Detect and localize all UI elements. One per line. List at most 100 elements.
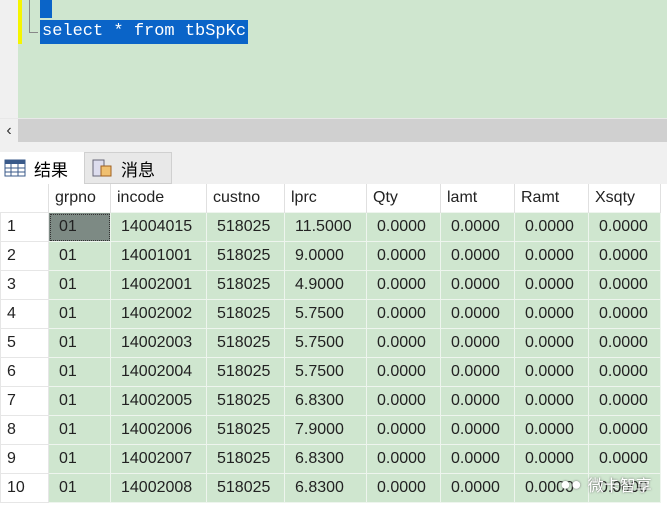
column-header-lprc[interactable]: lprc bbox=[284, 184, 367, 213]
grid-cell[interactable]: 0.0000 bbox=[366, 212, 441, 242]
grid-cell[interactable]: 0.0000 bbox=[588, 270, 661, 300]
grid-cell[interactable]: 01 bbox=[48, 415, 111, 445]
grid-cell[interactable]: 01 bbox=[48, 212, 111, 242]
column-header-ramt[interactable]: Ramt bbox=[514, 184, 589, 213]
grid-cell[interactable]: 0.0000 bbox=[588, 328, 661, 358]
grid-cell[interactable]: 01 bbox=[48, 328, 111, 358]
grid-cell[interactable]: 0.0000 bbox=[588, 444, 661, 474]
column-header-lamt[interactable]: lamt bbox=[440, 184, 515, 213]
grid-cell[interactable]: 14002003 bbox=[110, 328, 207, 358]
grid-cell[interactable]: 0.0000 bbox=[440, 212, 515, 242]
grid-cell[interactable]: 0.0000 bbox=[440, 328, 515, 358]
sql-text[interactable]: select * from tbSpKc bbox=[40, 20, 249, 44]
grid-cell[interactable]: 518025 bbox=[206, 415, 285, 445]
grid-cell[interactable]: 01 bbox=[48, 299, 111, 329]
grid-cell[interactable]: 518025 bbox=[206, 299, 285, 329]
grid-cell[interactable]: 01 bbox=[48, 241, 111, 271]
grid-cell[interactable]: 518025 bbox=[206, 444, 285, 474]
grid-cell[interactable]: 0.0000 bbox=[366, 270, 441, 300]
grid-cell[interactable]: 5.7500 bbox=[284, 328, 367, 358]
grid-cell[interactable]: 14002002 bbox=[110, 299, 207, 329]
grid-cell[interactable]: 11.5000 bbox=[284, 212, 367, 242]
grid-cell[interactable]: 0.0000 bbox=[514, 328, 589, 358]
row-number[interactable]: 5 bbox=[0, 328, 49, 358]
grid-cell[interactable]: 0.0000 bbox=[514, 241, 589, 271]
column-header-grpno[interactable]: grpno bbox=[48, 184, 111, 213]
row-number[interactable]: 9 bbox=[0, 444, 49, 474]
row-number[interactable]: 6 bbox=[0, 357, 49, 387]
grid-cell[interactable]: 0.0000 bbox=[514, 357, 589, 387]
grid-cell[interactable]: 0.0000 bbox=[588, 386, 661, 416]
grid-cell[interactable]: 0.0000 bbox=[440, 270, 515, 300]
grid-cell[interactable]: 01 bbox=[48, 473, 111, 503]
grid-cell[interactable]: 0.0000 bbox=[514, 415, 589, 445]
scroll-left-icon[interactable]: ‹ bbox=[0, 119, 18, 143]
grid-cell[interactable]: 0.0000 bbox=[366, 415, 441, 445]
row-number[interactable]: 4 bbox=[0, 299, 49, 329]
horizontal-scrollbar[interactable]: ‹ bbox=[0, 118, 667, 143]
grid-cell[interactable]: 14002004 bbox=[110, 357, 207, 387]
grid-cell[interactable]: 14002005 bbox=[110, 386, 207, 416]
column-header-xsqty[interactable]: Xsqty bbox=[588, 184, 661, 213]
row-number[interactable]: 3 bbox=[0, 270, 49, 300]
grid-cell[interactable]: 0.0000 bbox=[588, 299, 661, 329]
grid-cell[interactable]: 518025 bbox=[206, 241, 285, 271]
grid-cell[interactable]: 0.0000 bbox=[366, 299, 441, 329]
grid-cell[interactable]: 01 bbox=[48, 386, 111, 416]
grid-cell[interactable]: 518025 bbox=[206, 357, 285, 387]
grid-cell[interactable]: 0.0000 bbox=[366, 386, 441, 416]
grid-cell[interactable]: 6.8300 bbox=[284, 473, 367, 503]
grid-cell[interactable]: 518025 bbox=[206, 212, 285, 242]
column-header-custno[interactable]: custno bbox=[206, 184, 285, 213]
grid-cell[interactable]: 0.0000 bbox=[588, 212, 661, 242]
row-number[interactable]: 7 bbox=[0, 386, 49, 416]
grid-cell[interactable]: 518025 bbox=[206, 386, 285, 416]
grid-cell[interactable]: 0.0000 bbox=[440, 444, 515, 474]
grid-cell[interactable]: 14002007 bbox=[110, 444, 207, 474]
query-editor[interactable]: select * from tbSpKc bbox=[0, 0, 667, 118]
grid-cell[interactable]: 0.0000 bbox=[440, 241, 515, 271]
grid-cell[interactable]: 0.0000 bbox=[366, 444, 441, 474]
grid-cell[interactable]: 0.0000 bbox=[514, 270, 589, 300]
corner-cell[interactable] bbox=[0, 184, 49, 213]
column-header-qty[interactable]: Qty bbox=[366, 184, 441, 213]
grid-cell[interactable]: 0.0000 bbox=[366, 357, 441, 387]
grid-cell[interactable]: 4.9000 bbox=[284, 270, 367, 300]
grid-cell[interactable]: 5.7500 bbox=[284, 299, 367, 329]
grid-cell[interactable]: 0.0000 bbox=[588, 415, 661, 445]
grid-cell[interactable]: 0.0000 bbox=[440, 473, 515, 503]
grid-cell[interactable]: 14002006 bbox=[110, 415, 207, 445]
grid-cell[interactable]: 01 bbox=[48, 270, 111, 300]
grid-cell[interactable]: 0.0000 bbox=[514, 386, 589, 416]
grid-cell[interactable]: 01 bbox=[48, 357, 111, 387]
grid-cell[interactable]: 0.0000 bbox=[440, 299, 515, 329]
grid-cell[interactable]: 0.0000 bbox=[514, 444, 589, 474]
grid-cell[interactable]: 14002008 bbox=[110, 473, 207, 503]
tab-messages[interactable]: 消息 bbox=[84, 152, 172, 184]
grid-cell[interactable]: 7.9000 bbox=[284, 415, 367, 445]
grid-cell[interactable]: 5.7500 bbox=[284, 357, 367, 387]
grid-cell[interactable]: 518025 bbox=[206, 473, 285, 503]
grid-cell[interactable]: 0.0000 bbox=[514, 299, 589, 329]
grid-cell[interactable]: 0.0000 bbox=[440, 386, 515, 416]
column-header-incode[interactable]: incode bbox=[110, 184, 207, 213]
grid-cell[interactable]: 0.0000 bbox=[440, 415, 515, 445]
grid-cell[interactable]: 0.0000 bbox=[588, 241, 661, 271]
grid-cell[interactable]: 518025 bbox=[206, 270, 285, 300]
grid-cell[interactable]: 14002001 bbox=[110, 270, 207, 300]
grid-cell[interactable]: 14001001 bbox=[110, 241, 207, 271]
grid-cell[interactable]: 0.0000 bbox=[514, 212, 589, 242]
grid-cell[interactable]: 518025 bbox=[206, 328, 285, 358]
grid-cell[interactable]: 9.0000 bbox=[284, 241, 367, 271]
row-number[interactable]: 10 bbox=[0, 473, 49, 503]
grid-cell[interactable]: 0.0000 bbox=[440, 357, 515, 387]
tab-results[interactable]: 结果 bbox=[0, 152, 86, 184]
row-number[interactable]: 8 bbox=[0, 415, 49, 445]
grid-cell[interactable]: 01 bbox=[48, 444, 111, 474]
grid-cell[interactable]: 0.0000 bbox=[588, 357, 661, 387]
grid-cell[interactable]: 14004015 bbox=[110, 212, 207, 242]
grid-cell[interactable]: 6.8300 bbox=[284, 386, 367, 416]
grid-cell[interactable]: 0.0000 bbox=[366, 328, 441, 358]
grid-cell[interactable]: 0.0000 bbox=[366, 473, 441, 503]
row-number[interactable]: 2 bbox=[0, 241, 49, 271]
